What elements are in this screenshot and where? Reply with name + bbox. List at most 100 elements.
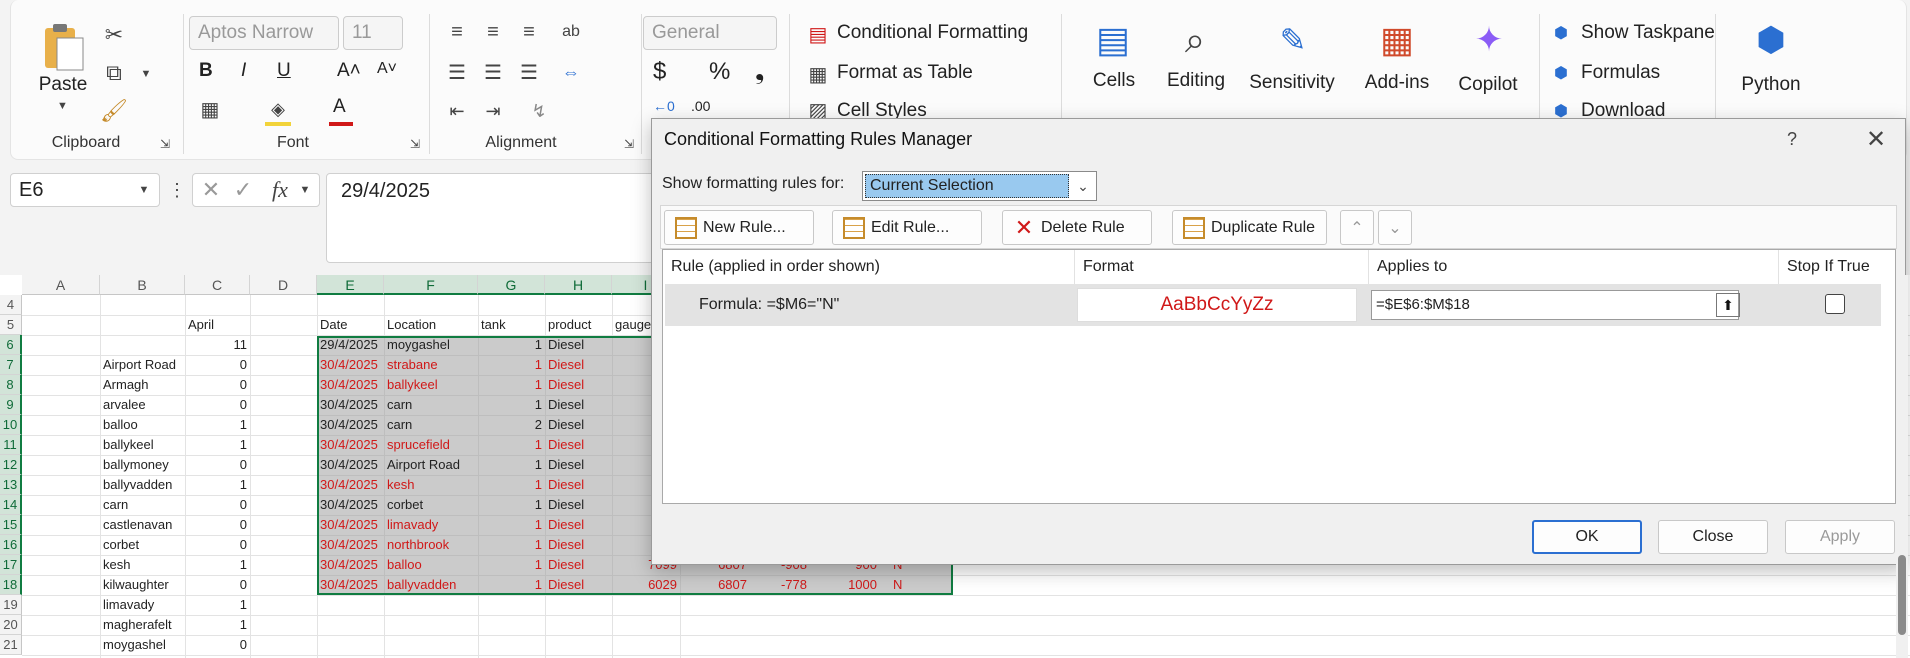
cell-f8[interactable]: ballykeel	[384, 375, 478, 395]
more-options-icon[interactable]: ⋮	[168, 178, 186, 202]
row-header-20[interactable]: 20	[0, 615, 22, 635]
row-header-19[interactable]: 19	[0, 595, 22, 615]
cell-b8[interactable]: Armagh	[100, 375, 185, 395]
cell-b11[interactable]: ballykeel	[100, 435, 185, 455]
row-header-10[interactable]: 10	[0, 415, 22, 435]
paste-button[interactable]: Paste ▼	[33, 20, 93, 120]
cell-b18[interactable]: kilwaughter	[100, 575, 185, 595]
copilot-button[interactable]: ✦ Copilot	[1451, 14, 1525, 114]
insert-function-icon[interactable]: fx	[265, 177, 295, 202]
row-header-13[interactable]: 13	[0, 475, 22, 495]
table-header-3[interactable]: product	[545, 315, 612, 335]
decrease-decimal-button[interactable]: ←0	[653, 98, 675, 114]
cell-g18[interactable]: 1	[478, 575, 545, 595]
delete-rule-button[interactable]: ✕ Delete Rule	[1002, 210, 1152, 245]
font-name-combo[interactable]: Aptos Narrow	[189, 16, 339, 50]
cell-h8[interactable]: Diesel	[545, 375, 612, 395]
cell-extra-18-0[interactable]: 6807	[690, 575, 750, 595]
cell-c13[interactable]: 1	[185, 475, 250, 495]
wrap-text-icon[interactable]: ↯	[525, 98, 553, 124]
cell-f14[interactable]: corbet	[384, 495, 478, 515]
applies-to-input[interactable]: =$E$6:$M$18 ⬆	[1371, 290, 1740, 320]
move-up-button[interactable]: ⌃	[1340, 210, 1374, 245]
column-header-d[interactable]: D	[250, 275, 317, 295]
cell-e8[interactable]: 30/4/2025	[317, 375, 384, 395]
cell-b21[interactable]: moygashel	[100, 635, 185, 655]
table-header-2[interactable]: tank	[478, 315, 545, 335]
currency-button[interactable]: $	[653, 58, 666, 86]
cell-b16[interactable]: corbet	[100, 535, 185, 555]
bold-button[interactable]: B	[199, 60, 213, 82]
cell-e18[interactable]: 30/4/2025	[317, 575, 384, 595]
column-header-h[interactable]: H	[545, 275, 612, 295]
cell-e6[interactable]: 29/4/2025	[317, 335, 384, 355]
cell-c6[interactable]: 11	[185, 335, 250, 355]
close-icon[interactable]: ✕	[1862, 125, 1890, 153]
cell-f12[interactable]: Airport Road	[384, 455, 478, 475]
cell-g12[interactable]: 1	[478, 455, 545, 475]
cell-f6[interactable]: moygashel	[384, 335, 478, 355]
italic-button[interactable]: I	[241, 60, 246, 82]
chevron-down-icon[interactable]: ▼	[297, 182, 313, 198]
column-header-a[interactable]: A	[22, 275, 100, 295]
cell-g15[interactable]: 1	[478, 515, 545, 535]
cut-icon[interactable]: ✂	[99, 20, 129, 50]
cell-h14[interactable]: Diesel	[545, 495, 612, 515]
cell-b10[interactable]: balloo	[100, 415, 185, 435]
column-header-c[interactable]: C	[185, 275, 250, 295]
rule-row[interactable]: Formula: =$M6="N" AaBbCcYyZz =$E$6:$M$18…	[665, 284, 1881, 326]
increase-font-button[interactable]: A˄	[337, 60, 361, 82]
cell-extra-18-2[interactable]: 1000	[820, 575, 880, 595]
cell-c15[interactable]: 0	[185, 515, 250, 535]
cell-g14[interactable]: 1	[478, 495, 545, 515]
cell-f11[interactable]: sprucefield	[384, 435, 478, 455]
cell-c21[interactable]: 0	[185, 635, 250, 655]
cell-g6[interactable]: 1	[478, 335, 545, 355]
cell-e14[interactable]: 30/4/2025	[317, 495, 384, 515]
formulas-button[interactable]: ⬢ Formulas	[1551, 60, 1691, 88]
align-top-icon[interactable]: ≡	[443, 18, 471, 46]
cell-g10[interactable]: 2	[478, 415, 545, 435]
cell-h9[interactable]: Diesel	[545, 395, 612, 415]
duplicate-rule-button[interactable]: Duplicate Rule	[1172, 210, 1327, 245]
cell-g13[interactable]: 1	[478, 475, 545, 495]
cell-c17[interactable]: 1	[185, 555, 250, 575]
enter-icon[interactable]: ✓	[231, 177, 255, 202]
cell-b9[interactable]: arvalee	[100, 395, 185, 415]
cell-h6[interactable]: Diesel	[545, 335, 612, 355]
cell-b14[interactable]: carn	[100, 495, 185, 515]
chevron-down-icon[interactable]: ▼	[136, 182, 152, 198]
apply-button[interactable]: Apply	[1785, 520, 1895, 554]
editing-button[interactable]: ⌕ Editing	[1159, 14, 1233, 114]
collapse-dialog-icon[interactable]: ⬆	[1716, 293, 1740, 317]
cell-b7[interactable]: Airport Road	[100, 355, 185, 375]
cell-h10[interactable]: Diesel	[545, 415, 612, 435]
show-rules-select[interactable]: Current Selection ⌄	[862, 171, 1097, 201]
cell-f16[interactable]: northbrook	[384, 535, 478, 555]
row-header-5[interactable]: 5	[0, 315, 22, 335]
align-right-icon[interactable]: ☰	[515, 58, 543, 86]
align-bottom-icon[interactable]: ≡	[515, 18, 543, 46]
percent-button[interactable]: %	[709, 58, 730, 86]
cell-h13[interactable]: Diesel	[545, 475, 612, 495]
row-header-6[interactable]: 6	[0, 335, 22, 355]
merge-center-icon[interactable]: ⇔	[557, 58, 585, 86]
cell-c19[interactable]: 1	[185, 595, 250, 615]
align-center-icon[interactable]: ☰	[479, 58, 507, 86]
cell-f13[interactable]: kesh	[384, 475, 478, 495]
row-header-8[interactable]: 8	[0, 375, 22, 395]
cell-c11[interactable]: 1	[185, 435, 250, 455]
cell-g7[interactable]: 1	[478, 355, 545, 375]
row-header-15[interactable]: 15	[0, 515, 22, 535]
cell-h18[interactable]: Diesel	[545, 575, 612, 595]
table-header-0[interactable]: Date	[317, 315, 384, 335]
row-header-4[interactable]: 4	[0, 295, 22, 315]
column-header-b[interactable]: B	[100, 275, 185, 295]
cell-f9[interactable]: carn	[384, 395, 478, 415]
new-rule-button[interactable]: New Rule...	[664, 210, 814, 245]
cell-extra-18-3[interactable]: N	[890, 575, 950, 595]
cell-g17[interactable]: 1	[478, 555, 545, 575]
chevron-down-icon[interactable]: ⌄	[1071, 174, 1095, 198]
align-middle-icon[interactable]: ≡	[479, 18, 507, 46]
underline-button[interactable]: U	[277, 60, 291, 82]
